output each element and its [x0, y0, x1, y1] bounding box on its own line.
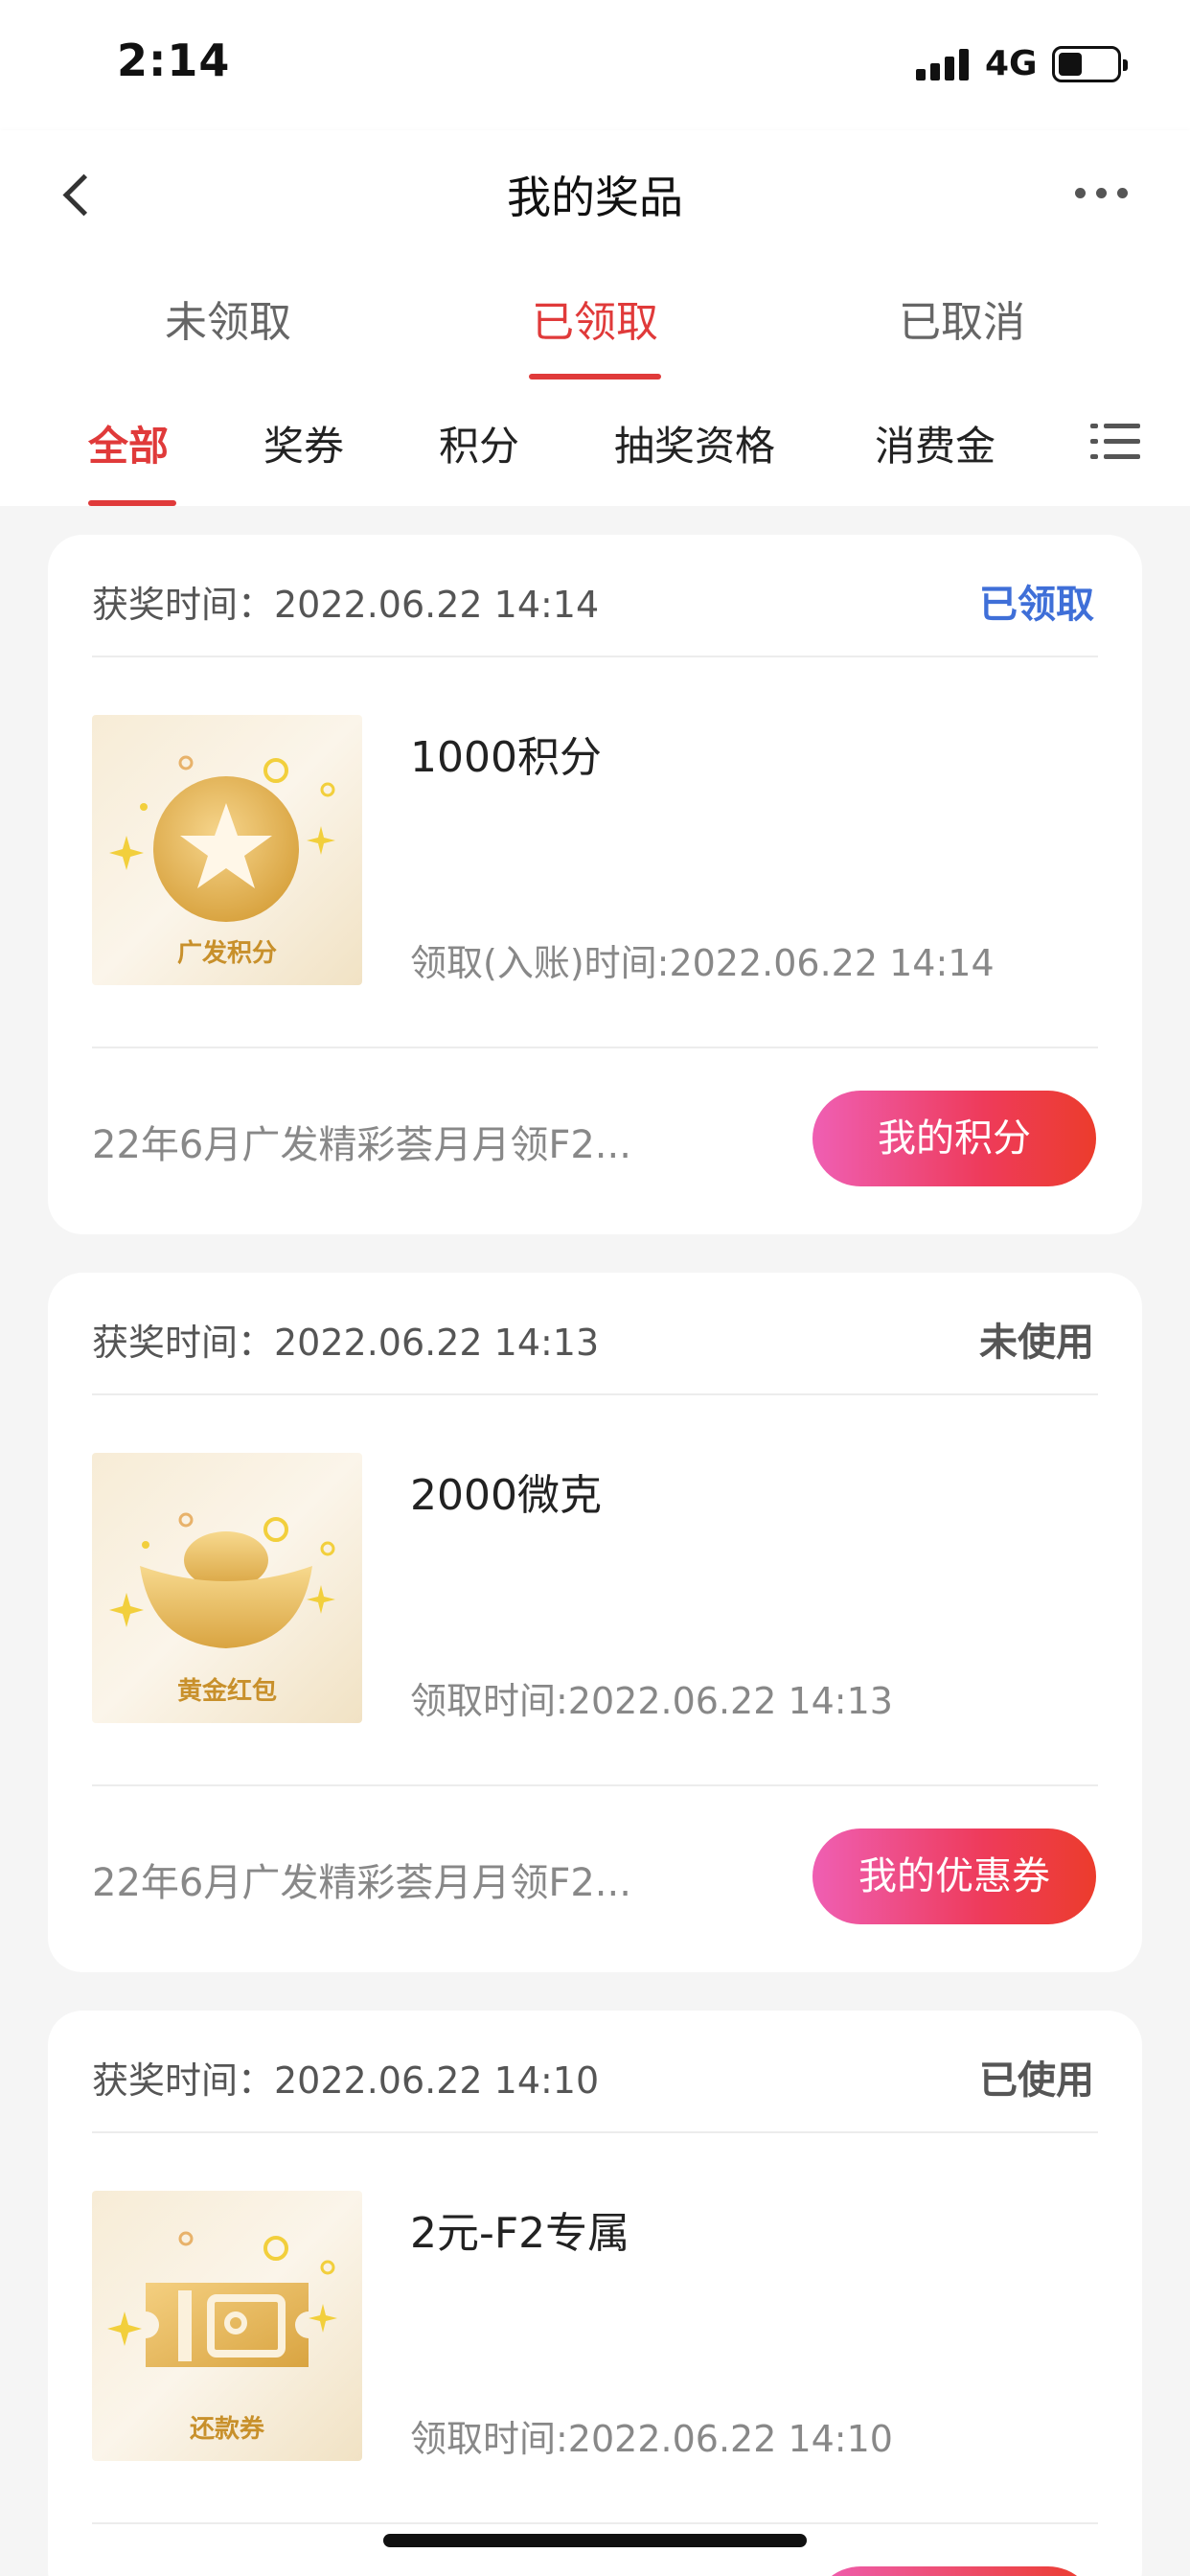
status-time: 2:14	[117, 34, 231, 86]
action-button[interactable]	[812, 2566, 1096, 2576]
page-title: 我的奖品	[507, 172, 683, 223]
received-time: 领取(入账)时间:2022.06.22 14:14	[410, 942, 995, 984]
prize-card: 获奖时间：2022.06.22 14:14 已领取 广发积分 1000积分 领取…	[48, 535, 1142, 1234]
divider	[92, 656, 1098, 657]
thumb-caption: 黄金红包	[176, 1677, 277, 1706]
more-icon[interactable]	[1069, 178, 1133, 207]
thumb-caption: 广发积分	[176, 939, 277, 968]
award-time: 获奖时间：2022.06.22 14:13	[92, 1322, 600, 1364]
activity-name[interactable]: 22年6月广发精彩荟月月领F2...	[92, 1852, 631, 1907]
status-badge: 已使用	[979, 2058, 1094, 2103]
category-tab-lottery[interactable]: 抽奖资格	[614, 414, 775, 472]
activity-name[interactable]: 22年6月广发精彩荟月月领F2...	[92, 1114, 631, 1169]
prize-image: 广发积分	[92, 715, 362, 985]
received-time: 领取时间:2022.06.22 14:10	[410, 2418, 893, 2460]
divider	[92, 2522, 1098, 2524]
status-badge: 未使用	[979, 1321, 1094, 1365]
prize-name: 1000积分	[410, 733, 602, 782]
tab-cancelled[interactable]: 已取消	[818, 288, 1106, 349]
active-tab-indicator	[529, 374, 661, 380]
received-time: 领取时间:2022.06.22 14:13	[410, 1680, 893, 1722]
award-time: 获奖时间：2022.06.22 14:14	[92, 584, 600, 626]
signal-icon	[916, 48, 970, 80]
tab-unclaimed[interactable]: 未领取	[84, 288, 372, 349]
divider	[92, 1784, 1098, 1786]
divider	[92, 1393, 1098, 1395]
active-category-indicator	[88, 500, 176, 506]
category-tab-vouchers[interactable]: 奖券	[263, 414, 344, 472]
tab-claimed[interactable]: 已领取	[451, 288, 739, 349]
award-time: 获奖时间：2022.06.22 14:10	[92, 2059, 600, 2102]
home-indicator[interactable]	[383, 2534, 807, 2547]
my-coupons-button[interactable]: 我的优惠券	[812, 1828, 1096, 1924]
divider	[92, 2131, 1098, 2133]
prize-image: 还款券	[92, 2191, 362, 2461]
category-tabs: 全部 奖券 积分 抽奖资格 消费金	[0, 389, 1190, 506]
prize-name: 2000微克	[410, 1471, 602, 1520]
category-tab-points[interactable]: 积分	[439, 414, 519, 472]
prize-name: 2元-F2专属	[410, 2209, 630, 2258]
network-type: 4G	[985, 44, 1038, 83]
nav-bar: 我的奖品	[0, 130, 1190, 255]
prize-image: 黄金红包	[92, 1453, 362, 1723]
list-menu-icon[interactable]	[1090, 420, 1140, 464]
status-tabs: 未领取 已领取 已取消	[0, 255, 1190, 389]
category-tab-consumption[interactable]: 消费金	[875, 414, 995, 472]
status-badge: 已领取	[979, 583, 1094, 627]
status-bar: 2:14 4G	[0, 0, 1190, 130]
my-points-button[interactable]: 我的积分	[812, 1091, 1096, 1186]
category-tab-all[interactable]: 全部	[88, 414, 169, 472]
battery-icon	[1052, 46, 1128, 82]
divider	[92, 1046, 1098, 1048]
prize-card: 获奖时间：2022.06.22 14:13 未使用 黄金红包 2000微克 领取…	[48, 1273, 1142, 1972]
thumb-caption: 还款券	[189, 2415, 264, 2444]
prize-card: 获奖时间：2022.06.22 14:10 已使用 还款券 2元-F2专属 领取…	[48, 2011, 1142, 2576]
page: 2:14 4G 我的奖品 未领取 已领取 已取消 全部 奖券 积分 抽奖资格 消…	[0, 0, 1190, 2576]
